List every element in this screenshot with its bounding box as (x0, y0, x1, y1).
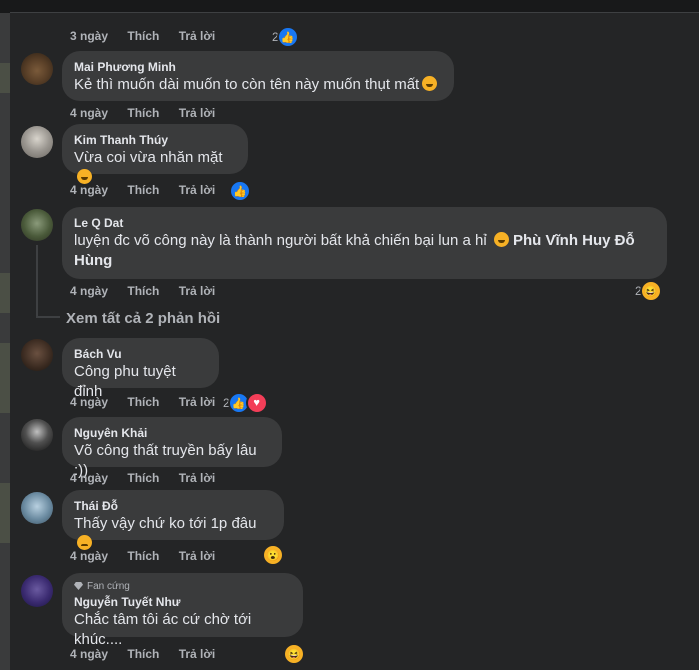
avatar[interactable] (21, 492, 53, 524)
comment-time[interactable]: 4 ngày (70, 470, 108, 486)
comment-text: luyện đc võ công này là thành người bất … (74, 231, 655, 271)
like-button[interactable]: Thích (127, 548, 159, 564)
like-icon: 👍 (276, 26, 299, 48)
comment-bubble: Thái Đỗ Thấy vậy chứ ko tới 1p đâu (62, 490, 284, 550)
comment-bubble: Le Q Dat luyện đc võ công này là thành n… (62, 207, 667, 279)
comment-time[interactable]: 4 ngày (70, 283, 108, 299)
reply-button[interactable]: Trả lời (179, 105, 216, 121)
comment-text-content: Kẻ thì muốn dài muốn to còn tên này muốn… (74, 76, 420, 93)
thread-line (36, 245, 38, 317)
commenter-name[interactable]: Kim Thanh Thúy (74, 132, 236, 148)
comment-actions: 4 ngày Thích Trả lời (70, 470, 231, 486)
grin-emoji-icon (493, 232, 509, 247)
haha-icon: 😆 (283, 643, 305, 665)
comment-time[interactable]: 4 ngày (70, 105, 108, 121)
comment-actions: 4 ngày Thích Trả lời (70, 105, 231, 121)
reaction-summary[interactable]: 2 😆 (635, 280, 662, 302)
comment-actions: 4 ngày Thích Trả lời (70, 182, 231, 198)
commenter-name[interactable]: Nguyên Khải (74, 425, 270, 441)
like-button[interactable]: Thích (127, 646, 159, 662)
avatar[interactable] (21, 53, 53, 85)
rolling-laughing-emoji-icon (422, 76, 438, 91)
reaction-summary[interactable]: 2 👍 ♥ (223, 392, 268, 414)
comment-bubble: Mai Phương Minh Kẻ thì muốn dài muốn to … (62, 51, 454, 101)
comment-bubble: Nguyên Khải Võ công thất truyền bấy lâu … (62, 417, 282, 479)
reply-button[interactable]: Trả lời (179, 470, 216, 486)
comment-actions: 4 ngày Thích Trả lời (70, 548, 231, 564)
like-icon: 👍 (229, 180, 251, 202)
comment-actions: 3 ngày Thích Trả lời (70, 28, 231, 44)
mention-link[interactable]: Phù Vĩnh Huy Đỗ (513, 232, 635, 249)
reaction-summary[interactable]: 👍 (229, 180, 251, 202)
diamond-icon (74, 582, 83, 590)
comment-time[interactable]: 4 ngày (70, 646, 108, 662)
background-edge (0, 13, 10, 670)
wow-icon: 😮 (262, 544, 284, 566)
reply-button[interactable]: Trả lời (179, 283, 216, 299)
comment-bubble: Bách Vu Công phu tuyệt đỉnh (62, 338, 219, 400)
avatar[interactable] (21, 419, 53, 451)
badge-label: Fan cứng (87, 581, 130, 592)
commenter-name[interactable]: Mai Phương Minh (74, 59, 442, 75)
like-button[interactable]: Thích (127, 470, 159, 486)
reply-button[interactable]: Trả lời (179, 548, 216, 564)
reaction-summary[interactable]: 😆 (283, 643, 305, 665)
comment-time[interactable]: 4 ngày (70, 548, 108, 564)
reply-button[interactable]: Trả lời (179, 646, 216, 662)
commenter-name[interactable]: Thái Đỗ (74, 498, 272, 514)
like-button[interactable]: Thích (127, 182, 159, 198)
reply-button[interactable]: Trả lời (179, 28, 216, 44)
like-button[interactable]: Thích (127, 394, 159, 410)
fan-badge: Fan cứng (74, 580, 291, 594)
haha-icon: 😆 (639, 280, 662, 302)
love-icon: ♥ (245, 392, 268, 414)
comment-text: Kẻ thì muốn dài muốn to còn tên này muốn… (74, 75, 442, 95)
view-replies-link[interactable]: Xem tất cả 2 phản hồi (66, 310, 220, 327)
reaction-summary[interactable]: 2 👍 (272, 26, 299, 48)
commenter-name[interactable]: Nguyễn Tuyết Như (74, 594, 291, 610)
comment-actions: 4 ngày Thích Trả lời (70, 394, 231, 410)
avatar[interactable] (21, 126, 53, 158)
like-button[interactable]: Thích (127, 28, 159, 44)
comment-actions: 4 ngày Thích Trả lời (70, 646, 231, 662)
reaction-summary[interactable]: 😮 (262, 544, 284, 566)
comment-bubble: Fan cứng Nguyễn Tuyết Như Chắc tâm tôi á… (62, 573, 303, 648)
avatar[interactable] (21, 575, 53, 607)
comment-text-content: luyện đc võ công này là thành người bất … (74, 232, 487, 249)
reply-button[interactable]: Trả lời (179, 182, 216, 198)
like-button[interactable]: Thích (127, 105, 159, 121)
avatar[interactable] (21, 209, 53, 241)
comment-time[interactable]: 4 ngày (70, 394, 108, 410)
commenter-name[interactable]: Bách Vu (74, 346, 207, 362)
comment-time[interactable]: 4 ngày (70, 182, 108, 198)
comment-text-content: Thấy vậy chứ ko tới 1p đâu (74, 515, 257, 532)
mention-link[interactable]: Hùng (74, 252, 112, 269)
comment-actions: 4 ngày Thích Trả lời (70, 283, 231, 299)
like-button[interactable]: Thích (127, 283, 159, 299)
avatar[interactable] (21, 339, 53, 371)
reply-button[interactable]: Trả lời (179, 394, 216, 410)
comment-text-content: Vừa coi vừa nhăn mặt (74, 149, 223, 166)
comments-panel: 3 ngày Thích Trả lời 2 👍 Mai Phương Minh… (10, 13, 699, 670)
comment-text: Chắc tâm tôi ác cứ chờ tới khúc.... (74, 611, 252, 648)
thread-line (36, 316, 60, 318)
comment-time[interactable]: 3 ngày (70, 28, 108, 44)
commenter-name[interactable]: Le Q Dat (74, 215, 655, 231)
comment-bubble: Kim Thanh Thúy Vừa coi vừa nhăn mặt (62, 124, 248, 184)
